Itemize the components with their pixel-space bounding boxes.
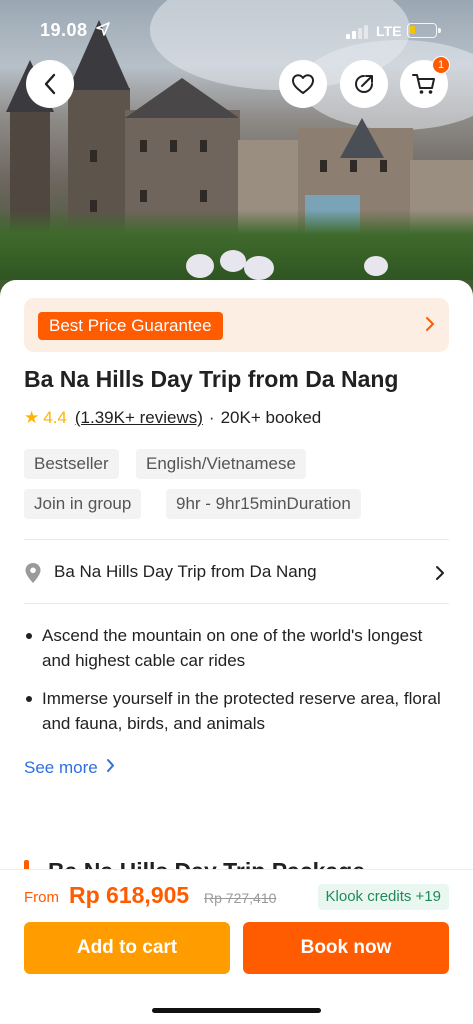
map-pin-icon xyxy=(24,562,42,588)
add-to-cart-button[interactable]: Add to cart xyxy=(24,922,230,974)
location-text: Ba Na Hills Day Trip from Da Nang xyxy=(54,562,317,581)
chevron-right-icon xyxy=(435,565,445,585)
hero-flower xyxy=(220,250,246,272)
chevron-left-icon xyxy=(43,73,57,95)
hero-window xyxy=(200,140,207,152)
cart-icon xyxy=(412,73,436,95)
hero-window xyxy=(140,190,147,202)
share-icon xyxy=(353,73,375,95)
hero-window xyxy=(380,160,387,172)
bottom-action-bar: From Rp 618,905 Rp 727,410 Klook credits… xyxy=(0,869,473,1024)
product-title: Ba Na Hills Day Trip from Da Nang xyxy=(24,366,399,392)
rating-row: ★ 4.4 (1.39K+ reviews) · 20K+ booked xyxy=(24,407,321,429)
tag-bestseller: Bestseller xyxy=(24,449,119,479)
network-type: LTE xyxy=(376,23,402,39)
signal-icon xyxy=(346,25,370,39)
chevron-right-icon xyxy=(425,316,435,336)
rating-value: 4.4 xyxy=(43,408,67,427)
hero-building-roof xyxy=(340,118,384,158)
hero-window xyxy=(90,150,97,162)
original-price: Rp 727,410 xyxy=(204,890,277,906)
divider xyxy=(24,603,449,604)
divider xyxy=(24,539,449,540)
best-price-banner[interactable]: Best Price Guarantee xyxy=(24,298,449,352)
reviews-link[interactable]: (1.39K+ reviews) xyxy=(75,408,203,428)
location-arrow-icon xyxy=(96,22,110,40)
rating-separator: · xyxy=(208,408,215,427)
current-price: Rp 618,905 xyxy=(69,882,190,908)
tag-duration: 9hr - 9hr15minDuration xyxy=(166,489,361,519)
hero-flower xyxy=(186,254,214,278)
location-row[interactable]: Ba Na Hills Day Trip from Da Nang xyxy=(24,560,449,586)
book-now-button[interactable]: Book now xyxy=(243,922,449,974)
hero-building-roof xyxy=(125,78,239,118)
hero-window xyxy=(200,190,207,202)
hero-image[interactable]: 19.08 LTE 1 xyxy=(0,0,473,300)
star-icon: ★ xyxy=(24,408,40,427)
see-more-link[interactable]: See more xyxy=(24,758,115,778)
wishlist-button[interactable] xyxy=(279,60,327,108)
from-label: From xyxy=(24,889,59,906)
back-button[interactable] xyxy=(26,60,74,108)
share-button[interactable] xyxy=(340,60,388,108)
text-fade xyxy=(24,735,454,749)
tag-language: English/Vietnamese xyxy=(136,449,306,479)
see-more-label: See more xyxy=(24,758,98,777)
highlight-item: Ascend the mountain on one of the world'… xyxy=(24,623,454,673)
cart-button[interactable]: 1 xyxy=(400,56,450,108)
chevron-right-icon xyxy=(98,758,115,778)
cart-count-badge: 1 xyxy=(432,56,450,74)
best-price-label: Best Price Guarantee xyxy=(38,312,223,340)
hero-window xyxy=(320,160,327,172)
price-row: From Rp 618,905 Rp 727,410 Klook credits… xyxy=(24,882,449,912)
heart-icon xyxy=(291,73,315,95)
klook-credits-badge: Klook credits +19 xyxy=(317,884,449,910)
hero-flower xyxy=(244,256,274,280)
status-time: 19.08 xyxy=(40,20,88,40)
hero-window xyxy=(170,140,177,152)
hero-window xyxy=(350,160,357,172)
highlight-item: Immerse yourself in the protected reserv… xyxy=(24,686,454,736)
hero-window xyxy=(140,140,147,152)
home-indicator[interactable] xyxy=(152,1008,321,1013)
highlights-list: Ascend the mountain on one of the world'… xyxy=(24,623,454,749)
status-bar: 19.08 LTE xyxy=(0,0,473,60)
booked-count: 20K+ booked xyxy=(220,408,322,427)
hero-flower xyxy=(364,256,388,276)
tag-join-group: Join in group xyxy=(24,489,142,519)
battery-icon xyxy=(407,23,441,38)
